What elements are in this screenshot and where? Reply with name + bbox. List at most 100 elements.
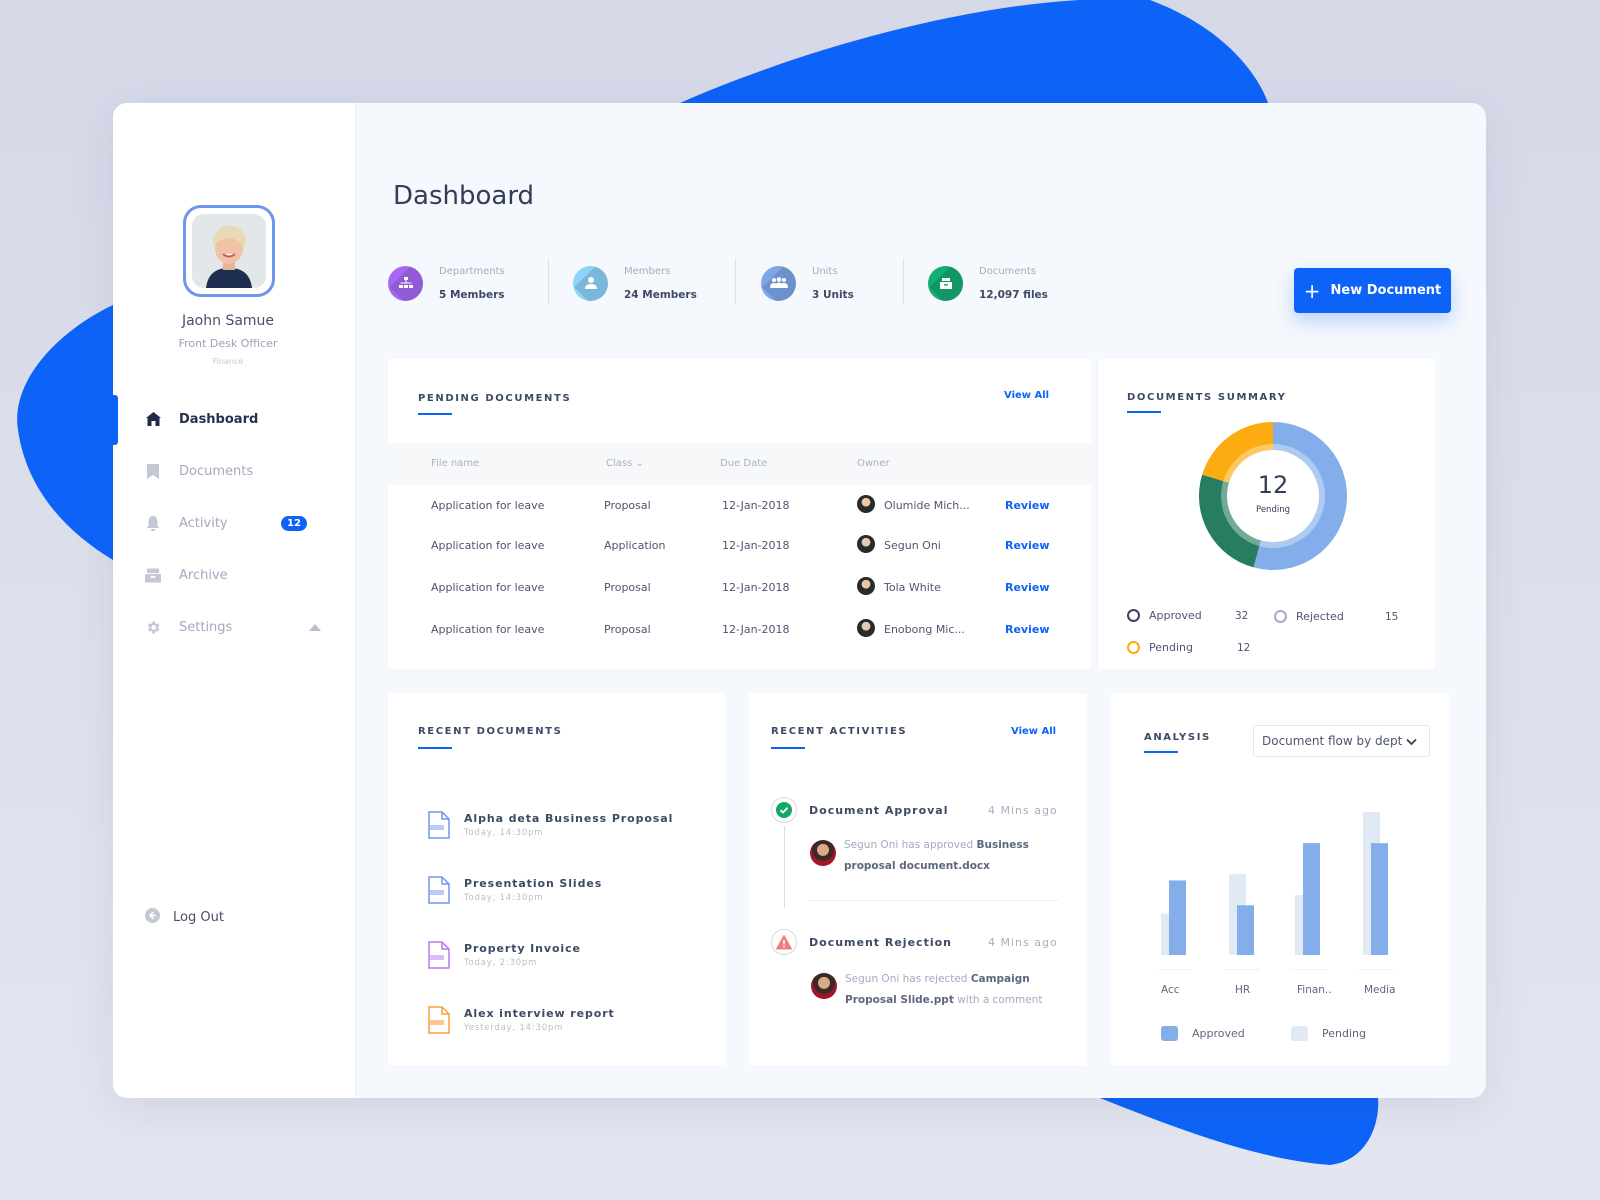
- plus-icon: +: [1303, 278, 1321, 303]
- title-underline: [418, 413, 452, 415]
- legend-ring-icon: [1127, 609, 1140, 622]
- review-button[interactable]: Review: [1005, 581, 1050, 594]
- file-icon: [428, 941, 450, 973]
- cell-owner: Olumide Mich...: [884, 499, 970, 512]
- document-name: Alex interview report: [464, 1007, 615, 1020]
- file-icon: [428, 1006, 450, 1038]
- recent-document-item[interactable]: Alpha deta Business Proposal Today, 14:3…: [428, 811, 673, 843]
- stat-value: 3 Units: [812, 288, 854, 301]
- column-header-due-date[interactable]: Due Date: [720, 458, 767, 469]
- legend-label: Approved: [1192, 1027, 1245, 1040]
- cell-class: Application: [604, 539, 666, 552]
- recent-activities-card: RECENT ACTIVITIES View All Document Appr…: [749, 693, 1087, 1065]
- stat-divider: [548, 258, 549, 304]
- x-tick-label: Finan..: [1297, 984, 1332, 996]
- sidebar-item-label: Activity: [179, 515, 228, 531]
- owner-avatar: [857, 619, 875, 637]
- donut-center-label: Pending: [1256, 505, 1290, 515]
- sidebar-item-dashboard[interactable]: Dashboard: [113, 393, 356, 445]
- collapse-caret-icon[interactable]: [309, 623, 321, 631]
- donut-center-value: 12: [1257, 471, 1289, 499]
- activity-description: Segun Oni has rejected Campaign Proposal…: [845, 969, 1060, 1011]
- logout-button[interactable]: Log Out: [145, 908, 224, 927]
- legend-pending: Pending: [1127, 641, 1193, 654]
- card-title: RECENT ACTIVITIES: [771, 726, 908, 737]
- legend-pending: Pending: [1291, 1026, 1366, 1041]
- archive-icon: [145, 567, 161, 583]
- legend-rejected: Rejected: [1274, 610, 1344, 623]
- stat-divider: [735, 258, 736, 304]
- profile-name: Jaohn Samue: [181, 313, 275, 329]
- stat-value: 24 Members: [624, 288, 697, 301]
- column-header-class[interactable]: Class ⌄: [606, 458, 644, 469]
- recent-document-item[interactable]: Alex interview report Yesterday, 14:30pm: [428, 1006, 615, 1038]
- legend-label: Pending: [1322, 1027, 1366, 1040]
- stat-members: Members 24 Members: [573, 258, 735, 308]
- group-icon: [761, 265, 796, 301]
- file-icon: [428, 876, 450, 908]
- bookmark-icon: [145, 463, 161, 479]
- cell-due-date: 12-Jan-2018: [722, 499, 790, 512]
- legend-approved: Approved: [1127, 609, 1202, 622]
- table-row: Application for leave Proposal 12-Jan-20…: [388, 609, 1091, 651]
- activity-heading: Document Rejection: [809, 936, 952, 949]
- legend-label: Pending: [1149, 641, 1193, 654]
- recent-document-item[interactable]: Property Invoice Today, 2:30pm: [428, 941, 581, 973]
- card-title: RECENT DOCUMENTS: [418, 726, 563, 737]
- stat-divider: [903, 258, 904, 304]
- card-title: DOCUMENTS SUMMARY: [1127, 392, 1287, 403]
- new-document-button[interactable]: + New Document: [1294, 268, 1451, 313]
- view-all-activities-link[interactable]: View All: [1011, 726, 1056, 737]
- column-header-owner[interactable]: Owner: [857, 458, 890, 469]
- logout-label: Log Out: [173, 910, 224, 925]
- approval-status-icon: [771, 797, 797, 823]
- table-row: Application for leave Proposal 12-Jan-20…: [388, 567, 1091, 609]
- cell-owner: Segun Oni: [884, 539, 941, 552]
- legend-label: Approved: [1149, 609, 1202, 622]
- stat-units: Units 3 Units: [761, 258, 903, 308]
- owner-avatar: [857, 535, 875, 553]
- documents-summary-card: DOCUMENTS SUMMARY 12 Pending Approved 32…: [1097, 359, 1435, 669]
- stat-label: Departments: [439, 265, 505, 277]
- app-window: Jaohn Samue Front Desk Officer Finance D…: [113, 103, 1486, 1098]
- profile-avatar[interactable]: [183, 205, 275, 297]
- x-tick-label: Media: [1364, 984, 1396, 996]
- home-icon: [145, 411, 161, 427]
- x-tick-label: HR: [1235, 984, 1251, 996]
- activity-time: 4 Mins ago: [988, 936, 1058, 949]
- page-title: Dashboard: [393, 181, 535, 211]
- gear-icon: [145, 619, 161, 635]
- cell-class: Proposal: [604, 623, 651, 636]
- bar-chart: [1157, 812, 1394, 970]
- table-row: Application for leave Proposal 12-Jan-20…: [388, 485, 1091, 527]
- pending-documents-card: PENDING DOCUMENTS View All File name Cla…: [388, 359, 1091, 669]
- bell-icon: [145, 515, 161, 531]
- bar-baseline: [1157, 969, 1192, 970]
- review-button[interactable]: Review: [1005, 499, 1050, 512]
- recent-document-item[interactable]: Presentation Slides Today, 14:30pm: [428, 876, 602, 908]
- document-time: Today, 14:30pm: [464, 893, 544, 903]
- bar-approved-3: [1371, 843, 1388, 955]
- view-all-pending-link[interactable]: View All: [1004, 390, 1049, 401]
- document-name: Property Invoice: [464, 942, 581, 955]
- table-header: File name Class ⌄ Due Date Owner: [388, 443, 1091, 485]
- sidebar-item-documents[interactable]: Documents: [113, 445, 356, 497]
- profile-role: Front Desk Officer: [178, 337, 278, 350]
- sidebar-item-settings[interactable]: Settings: [113, 601, 356, 653]
- cell-class: Proposal: [604, 499, 651, 512]
- sidebar-item-archive[interactable]: Archive: [113, 549, 356, 601]
- analysis-card: ANALYSIS Document flow by dept Acc HR Fi…: [1111, 693, 1449, 1065]
- sidebar-item-activity[interactable]: Activity 12: [113, 497, 356, 549]
- x-tick-label: Acc: [1161, 984, 1180, 996]
- column-header-file-name[interactable]: File name: [431, 458, 479, 469]
- timeline-line: [784, 826, 785, 908]
- actor-name: Segun Oni: [844, 839, 899, 851]
- bar-baseline: [1359, 969, 1394, 970]
- review-button[interactable]: Review: [1005, 623, 1050, 636]
- document-name: Presentation Slides: [464, 877, 603, 890]
- legend-ring-icon: [1274, 610, 1287, 623]
- card-title: PENDING DOCUMENTS: [418, 393, 572, 404]
- stat-departments: Departments 5 Members: [388, 258, 548, 308]
- activity-description: Segun Oni has approved Business proposal…: [844, 835, 1044, 877]
- review-button[interactable]: Review: [1005, 539, 1050, 552]
